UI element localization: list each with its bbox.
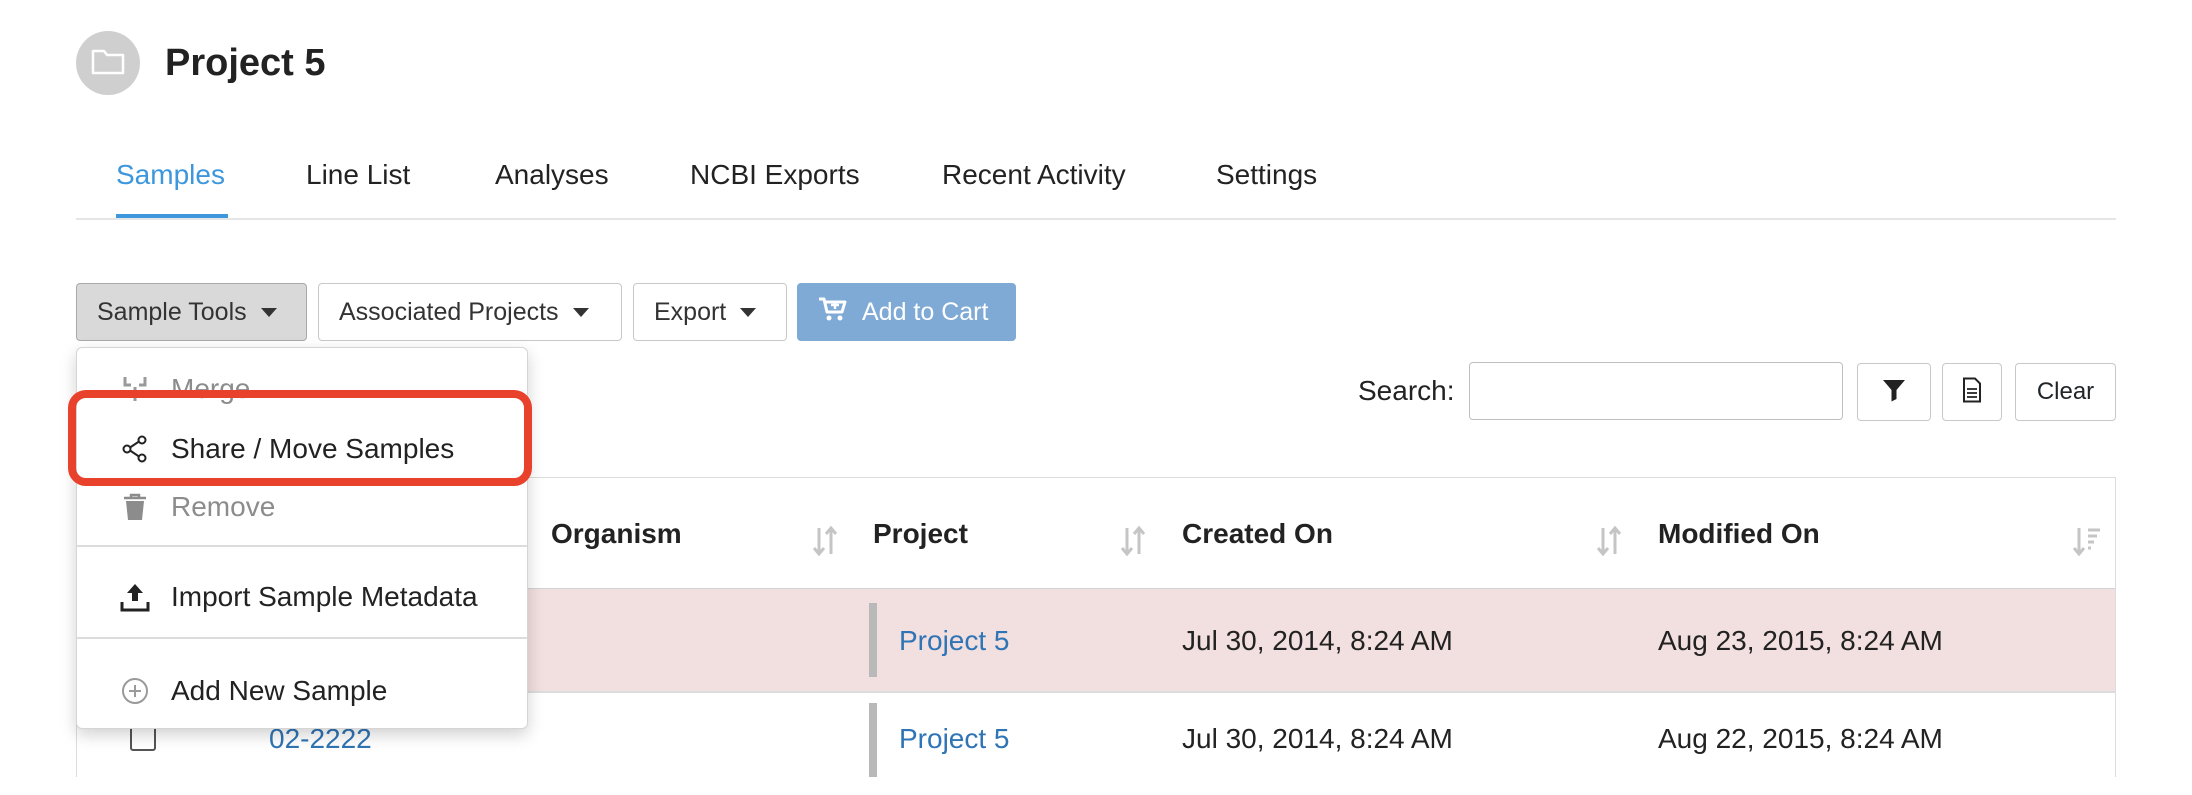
active-tab-indicator <box>116 214 228 218</box>
cart-plus-icon <box>818 296 848 329</box>
project-tabs: Samples Line List Analyses NCBI Exports … <box>76 150 2116 220</box>
project-avatar <box>76 31 140 95</box>
menu-item-remove[interactable]: Remove <box>77 478 527 536</box>
share-icon <box>119 433 151 465</box>
associated-projects-label: Associated Projects <box>339 297 559 326</box>
page-title: Project 5 <box>165 42 326 84</box>
caret-down-icon <box>260 307 277 317</box>
menu-item-add-new-label: Add New Sample <box>171 675 388 706</box>
project-color-bar <box>869 603 877 677</box>
column-created-on[interactable]: Created On <box>1182 516 1333 552</box>
menu-divider <box>77 637 527 639</box>
folder-icon <box>91 47 125 80</box>
sort-icon[interactable] <box>812 525 838 561</box>
tab-settings[interactable]: Settings <box>1216 150 1317 200</box>
column-modified-on[interactable]: Modified On <box>1658 516 1820 552</box>
row-modified-on: Aug 23, 2015, 8:24 AM <box>1658 625 1943 656</box>
row-project-link[interactable]: Project 5 <box>899 721 1010 757</box>
sample-tools-menu: Merge Share / Move Samples Remove Import… <box>76 347 528 729</box>
search-input[interactable] <box>1469 362 1843 420</box>
menu-item-remove-label: Remove <box>171 491 276 522</box>
merge-icon <box>119 373 151 405</box>
menu-item-share-move-label: Share / Move Samples <box>171 433 455 464</box>
add-to-cart-button[interactable]: Add to Cart <box>797 283 1016 341</box>
filter-icon <box>1881 377 1907 408</box>
tab-recent-activity[interactable]: Recent Activity <box>942 150 1126 200</box>
menu-item-merge[interactable]: Merge <box>77 360 527 418</box>
file-filter-button[interactable] <box>1942 363 2002 421</box>
trash-icon <box>119 491 151 523</box>
menu-item-share-move-samples[interactable]: Share / Move Samples <box>77 420 527 478</box>
clear-button[interactable]: Clear <box>2015 363 2116 421</box>
tab-ncbi-exports[interactable]: NCBI Exports <box>690 150 860 200</box>
export-label: Export <box>654 297 727 326</box>
caret-down-icon <box>572 307 589 317</box>
project-color-bar <box>869 703 877 777</box>
menu-item-merge-label: Merge <box>171 373 251 404</box>
row-created-on: Jul 30, 2014, 8:24 AM <box>1182 723 1453 754</box>
menu-item-import-sample-metadata[interactable]: Import Sample Metadata <box>77 568 527 626</box>
file-text-icon <box>1962 377 1982 408</box>
associated-projects-button[interactable]: Associated Projects <box>318 283 622 341</box>
upload-icon <box>119 581 151 613</box>
menu-item-add-new-sample[interactable]: Add New Sample <box>77 662 527 720</box>
menu-divider <box>77 545 527 547</box>
row-modified-on: Aug 22, 2015, 8:24 AM <box>1658 723 1943 754</box>
sort-icon[interactable] <box>1596 525 1622 561</box>
menu-item-import-label: Import Sample Metadata <box>171 581 478 612</box>
search-label: Search: <box>1358 375 1455 406</box>
caret-down-icon <box>740 307 757 317</box>
sample-tools-label: Sample Tools <box>97 297 247 326</box>
tab-samples[interactable]: Samples <box>116 150 225 200</box>
column-organism[interactable]: Organism <box>551 516 682 552</box>
sample-tools-button[interactable]: Sample Tools <box>76 283 307 341</box>
column-project[interactable]: Project <box>873 516 968 552</box>
sort-icon[interactable] <box>1120 525 1146 561</box>
filter-button[interactable] <box>1857 363 1931 421</box>
add-to-cart-label: Add to Cart <box>862 297 989 326</box>
tab-line-list[interactable]: Line List <box>306 150 410 200</box>
row-created-on: Jul 30, 2014, 8:24 AM <box>1182 625 1453 656</box>
tab-analyses[interactable]: Analyses <box>495 150 609 200</box>
sort-desc-icon[interactable] <box>2072 526 2101 561</box>
export-button[interactable]: Export <box>633 283 787 341</box>
plus-circle-icon <box>119 675 151 707</box>
row-project-link[interactable]: Project 5 <box>899 623 1010 659</box>
